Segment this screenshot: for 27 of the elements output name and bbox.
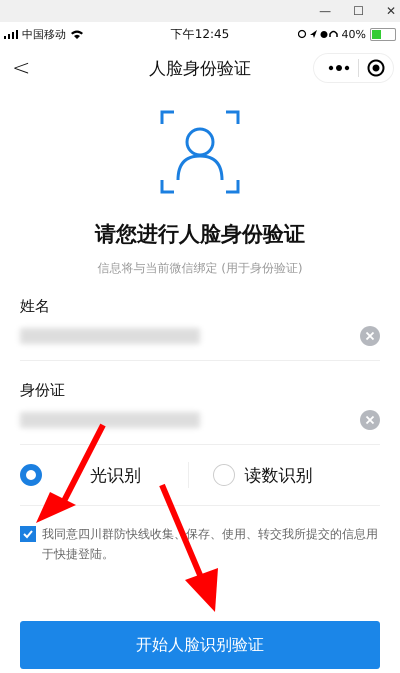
checkbox[interactable] [20, 526, 36, 542]
agreement-text: 我同意四川群防快线收集、保存、使用、转交我所提交的信息用于快捷登陆。 [42, 526, 379, 563]
radio-button[interactable] [20, 464, 42, 486]
window-control[interactable]: ☐ [353, 4, 364, 18]
subtitle: 信息将与当前微信绑定 (用于身份验证) [97, 260, 303, 277]
field-label: 姓名 [20, 297, 51, 316]
battery-icon [370, 28, 396, 40]
heading: 请您进行人脸身份验证 [95, 221, 305, 248]
clock-time: 下午12:45 [170, 26, 230, 42]
start-verification-button[interactable]: 开始人脸识别验证 [20, 621, 380, 669]
check-icon [22, 528, 34, 540]
field-label: 身份证 [20, 381, 66, 400]
radio-button[interactable] [212, 464, 234, 486]
status-icons [298, 29, 338, 39]
radio-label: 光识别 [90, 464, 141, 486]
back-button[interactable]: < [12, 56, 30, 80]
carrier-name: 中国移动 [22, 26, 66, 42]
close-target-icon[interactable] [367, 59, 385, 77]
battery-percent: 40% [342, 28, 366, 40]
face-scan-icon [160, 110, 240, 194]
window-control[interactable]: — [319, 4, 332, 18]
more-icon[interactable] [328, 64, 350, 72]
radio-label: 读数识别 [244, 464, 312, 486]
window-control[interactable]: ✕ [386, 4, 396, 18]
wifi-icon [70, 29, 84, 39]
page-title: 人脸身份验证 [149, 58, 251, 80]
signal-icon [4, 30, 18, 38]
